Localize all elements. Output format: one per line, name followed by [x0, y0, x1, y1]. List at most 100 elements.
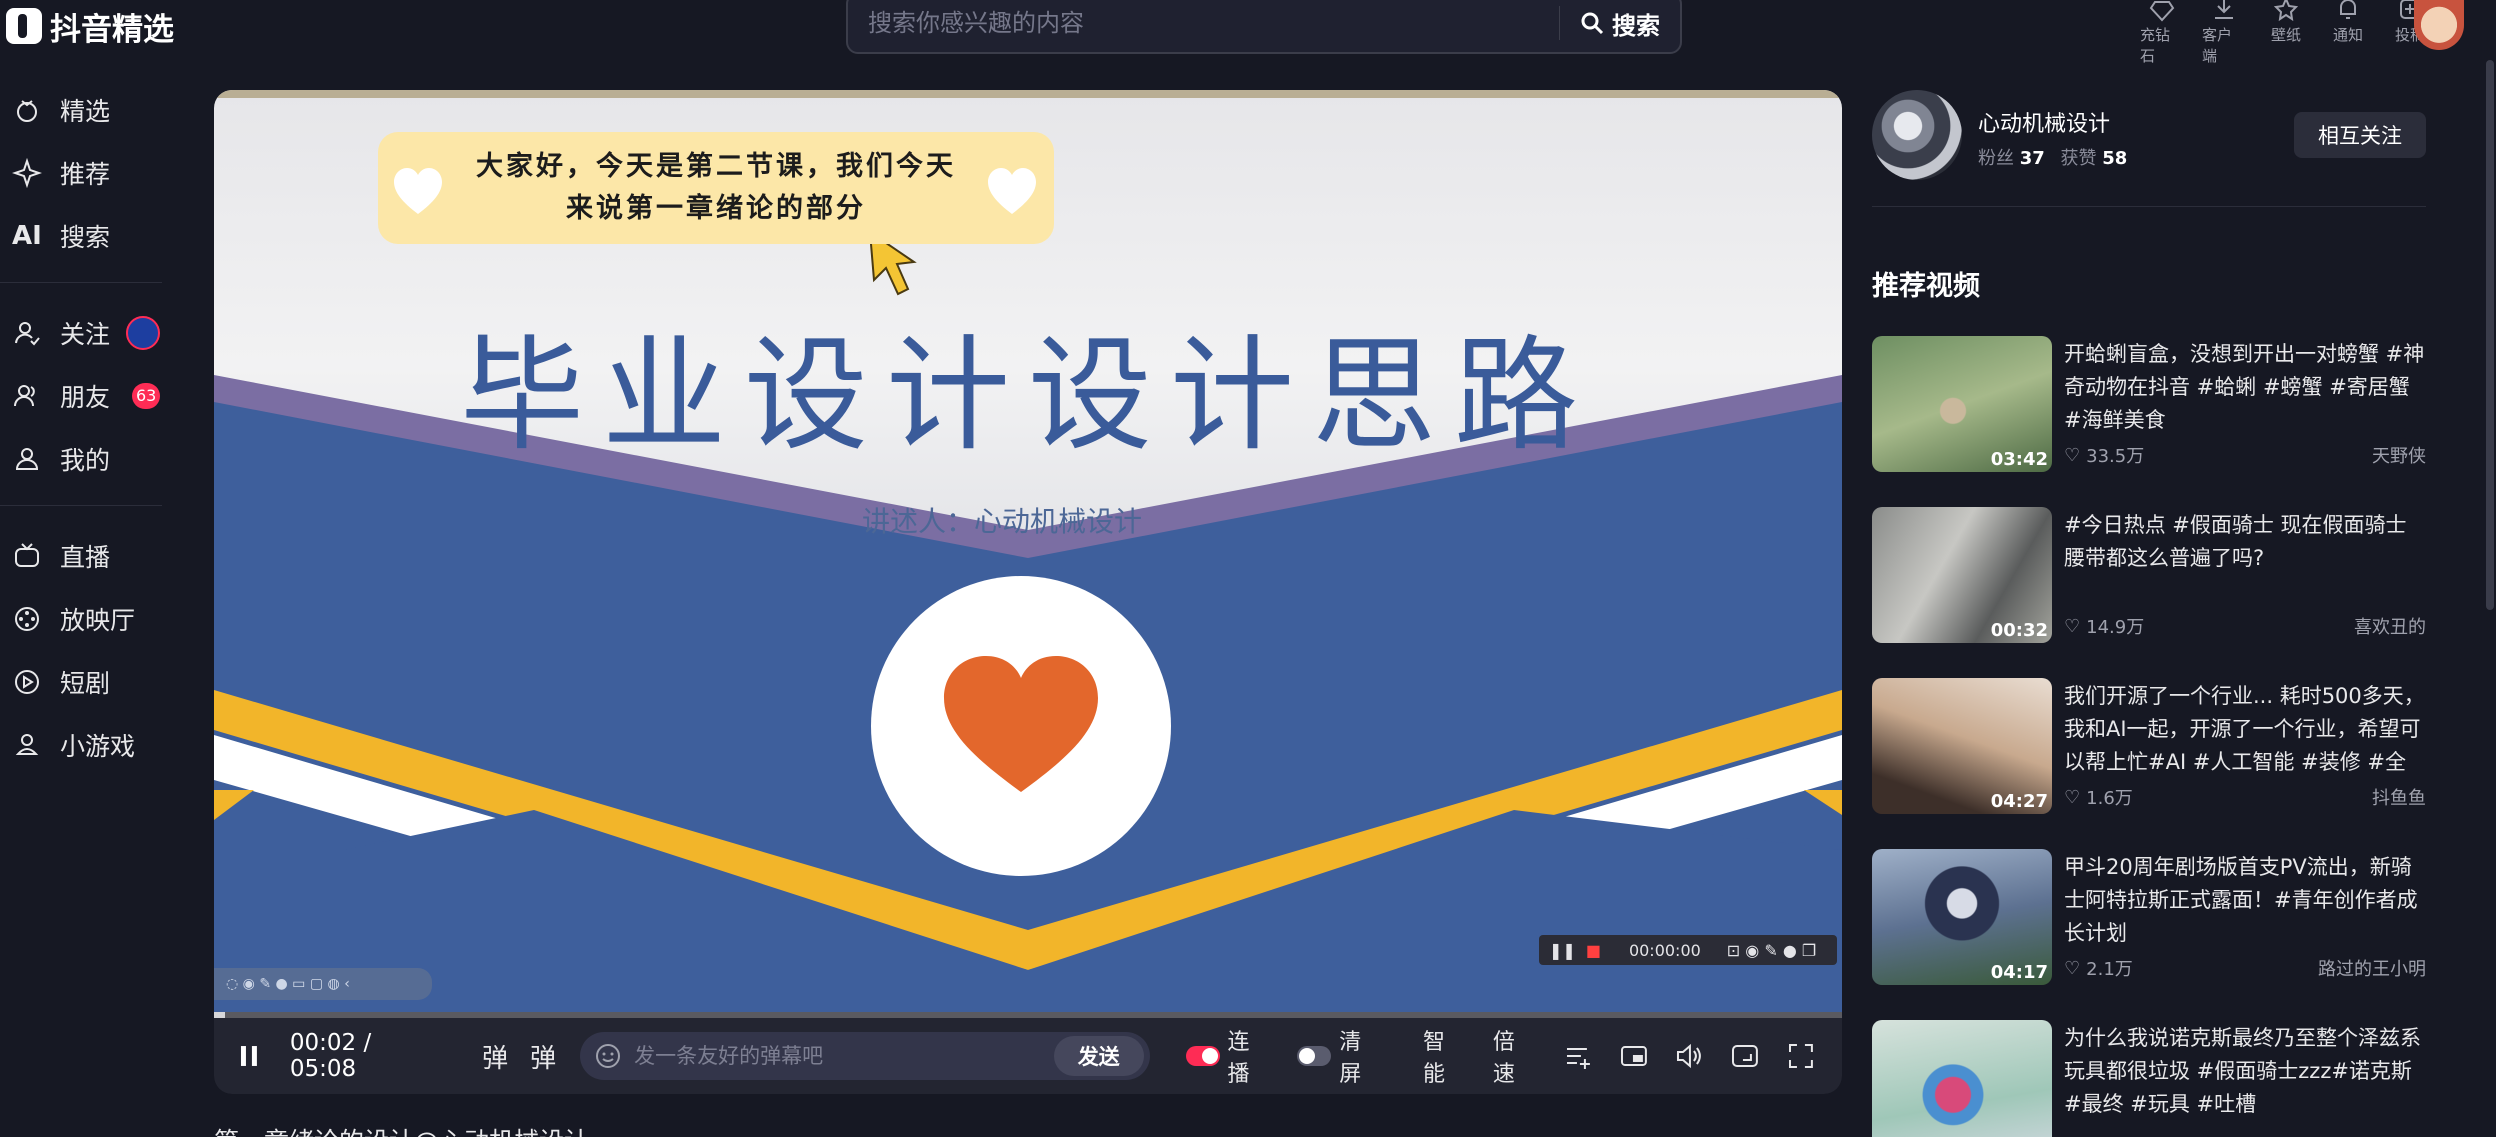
top-actions: 充钻石 客户端 壁纸 通知 投稿	[2140, 0, 2432, 66]
send-danmaku-button[interactable]: 发送	[1053, 1036, 1144, 1076]
emoji-icon[interactable]	[594, 1042, 622, 1070]
author-avatar[interactable]	[1872, 90, 1962, 180]
search-button-label: 搜索	[1612, 11, 1660, 40]
video-caption: 我们开源了一个行业... 耗时500多天，我和AI一起，开源了一个行业，希望可以…	[2064, 684, 2425, 774]
sidebar-item-mini-games[interactable]: 小游戏	[0, 713, 180, 776]
video-author[interactable]: 路过的王小明	[2318, 955, 2426, 981]
video-player[interactable]: 大家好，今天是第二节课，我们今天来说第一章绪论的部分 毕业设计设计思路 讲述人：…	[214, 90, 1842, 1094]
video-thumbnail[interactable]: 00:32	[1872, 507, 2052, 643]
app-logo[interactable]: 抖音精选	[6, 6, 174, 48]
user-icon	[15, 447, 39, 470]
search-icon	[1581, 12, 1604, 35]
heart-outline-icon: ♡	[2064, 444, 2081, 466]
recommended-heading: 推荐视频	[1872, 271, 1980, 302]
annotation-toolbar: ◌ ◉ ✎ ● ▭ ▢ ◍ ‹	[214, 968, 432, 1000]
sparkle-icon	[12, 157, 42, 188]
danmaku-input-box: 发送	[580, 1032, 1150, 1080]
clear-screen-toggle[interactable]	[1297, 1046, 1332, 1066]
sidebar-item-label: 短剧	[60, 668, 111, 698]
heart-outline-icon: ♡	[2064, 615, 2081, 637]
author-card: 心动机械设计 粉丝 37 获赞 58 相互关注	[1872, 90, 2426, 182]
sidebar-item-label: 我的	[60, 445, 111, 475]
autoplay-toggle[interactable]	[1185, 1046, 1220, 1066]
top-action-client[interactable]: 客户端	[2202, 0, 2246, 66]
likes-value: 2.1万	[2086, 959, 2133, 980]
danmaku-input[interactable]	[634, 1044, 1054, 1068]
speed-button[interactable]: 倍速	[1493, 1024, 1537, 1088]
sidebar-item-cinema[interactable]: 放映厅	[0, 587, 180, 650]
sidebar-item-following[interactable]: 关注	[0, 301, 180, 364]
sidebar-item-search[interactable]: AI 搜索	[0, 204, 180, 267]
video-thumbnail[interactable]: 04:17	[1872, 849, 2052, 985]
search-button[interactable]: 搜索	[1560, 6, 1680, 41]
sidebar-item-live[interactable]: 直播	[0, 524, 180, 587]
sidebar-item-label: 直播	[60, 542, 111, 572]
tv-icon	[15, 542, 39, 567]
pause-icon: ❚❚	[1549, 940, 1576, 960]
recommended-video[interactable]: 为什么我说诺克斯最终乃至整个泽兹系玩具都很垃圾 #假面骑士zzz#诺克斯 #最终…	[1872, 1020, 2426, 1137]
likes-value: 1.6万	[2086, 788, 2133, 809]
fullscreen-icon[interactable]	[1786, 1041, 1816, 1071]
search-input[interactable]	[848, 0, 1559, 52]
sidebar-item-featured[interactable]: 精选	[0, 78, 180, 141]
subtitle-sticker: 大家好，今天是第二节课，我们今天来说第一章绪论的部分	[378, 132, 1054, 244]
video-thumbnail[interactable]	[1872, 1020, 2052, 1137]
page-scrollbar[interactable]	[2486, 60, 2494, 610]
recommended-video[interactable]: 04:17 甲斗20周年剧场版首支PV流出，新骑士阿特拉斯正式露面！#青年创作者…	[1872, 849, 2426, 1020]
sidebar-item-friends[interactable]: 朋友 63	[0, 364, 180, 427]
following-icon	[15, 321, 40, 345]
recommended-video[interactable]: 04:27 我们开源了一个行业... 耗时500多天，我和AI一起，开源了一个行…	[1872, 678, 2426, 849]
top-action-label: 充钻石	[2140, 26, 2171, 65]
video-thumbnail[interactable]: 03:42	[1872, 336, 2052, 472]
recorder-time: 00:00:00	[1628, 940, 1701, 960]
fans-count: 37	[2019, 148, 2045, 169]
video-duration: 03:42	[1990, 449, 2048, 470]
live-avatar-badge	[126, 315, 160, 350]
game-icon	[15, 733, 39, 755]
video-likes: ♡ 33.5万	[2064, 442, 2144, 468]
video-author[interactable]: 天野侠	[2372, 442, 2426, 468]
video-meta: ♡ 1.6万 抖鱼鱼	[2064, 784, 2426, 810]
sidebar-item-recommend[interactable]: 推荐	[0, 141, 180, 204]
video-frame[interactable]: 大家好，今天是第二节课，我们今天来说第一章绪论的部分 毕业设计设计思路 讲述人：…	[214, 90, 1842, 1012]
picture-in-picture-icon[interactable]	[1619, 1041, 1649, 1071]
volume-icon[interactable]	[1674, 1041, 1704, 1071]
sidebar-divider	[0, 505, 162, 506]
video-title: 第一章绪论的设计@心动机械设计	[214, 1122, 589, 1137]
video-duration: 04:27	[1990, 791, 2048, 812]
heart-outline-icon: ♡	[2064, 957, 2081, 979]
sidebar-item-label: 小游戏	[60, 731, 136, 761]
friends-icon	[14, 384, 35, 406]
user-avatar[interactable]	[2414, 0, 2464, 50]
slide-title: 毕业设计设计思路	[459, 324, 1596, 468]
author-name[interactable]: 心动机械设计	[1978, 106, 2110, 138]
video-meta: ♡ 33.5万 天野侠	[2064, 442, 2426, 468]
video-thumbnail[interactable]: 04:27	[1872, 678, 2052, 814]
follow-button[interactable]: 相互关注	[2294, 112, 2426, 158]
video-likes: ♡ 1.6万	[2064, 784, 2133, 810]
sidebar: 精选 推荐 AI 搜索 关注 朋友 63 我的 直播 放映厅 短剧 小游戏	[0, 78, 180, 776]
douyin-logo-icon	[6, 8, 42, 44]
web-fullscreen-icon[interactable]	[1730, 1041, 1760, 1071]
smart-button[interactable]: 智能	[1423, 1024, 1467, 1088]
video-caption: #今日热点 #假面骑士 现在假面骑士腰带都这么普遍了吗?	[2064, 513, 2407, 570]
top-action-wallpaper[interactable]: 壁纸	[2264, 0, 2308, 66]
danmaku-toggle-icon[interactable]: 弹	[482, 1038, 508, 1075]
recommended-video[interactable]: 03:42 开蛤蜊盲盒，没想到开出一对螃蟹 #神奇动物在抖音 #蛤蜊 #螃蟹 #…	[1872, 336, 2426, 507]
top-action-recharge[interactable]: 充钻石	[2140, 0, 2184, 66]
video-likes: ♡ 14.9万	[2064, 613, 2144, 639]
video-author[interactable]: 喜欢丑的	[2354, 613, 2426, 639]
top-action-notifications[interactable]: 通知	[2326, 0, 2370, 66]
pause-icon[interactable]	[234, 1041, 264, 1071]
recommended-video[interactable]: 00:32 #今日热点 #假面骑士 现在假面骑士腰带都这么普遍了吗? ♡ 14.9…	[1872, 507, 2426, 678]
sidebar-item-me[interactable]: 我的	[0, 427, 180, 490]
top-action-label: 壁纸	[2270, 26, 2301, 44]
video-author[interactable]: 抖鱼鱼	[2372, 784, 2426, 810]
playlist-icon[interactable]	[1563, 1041, 1593, 1071]
slide-author: 讲述人：心动机械设计	[861, 505, 1142, 538]
sidebar-item-short-drama[interactable]: 短剧	[0, 650, 180, 713]
video-meta: ♡ 14.9万 喜欢丑的	[2064, 613, 2426, 639]
likes-value: 14.9万	[2086, 617, 2145, 638]
featured-icon	[17, 99, 37, 122]
danmaku-settings-icon[interactable]: 弹	[530, 1038, 556, 1075]
